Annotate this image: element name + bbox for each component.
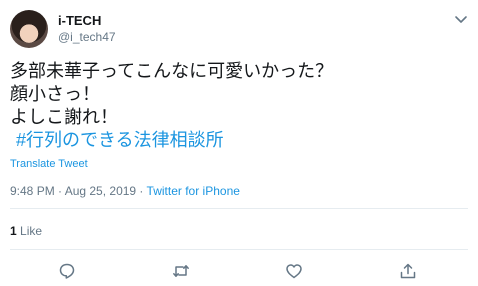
avatar[interactable] — [10, 10, 48, 48]
chevron-down-icon[interactable] — [452, 10, 470, 28]
share-icon[interactable] — [399, 262, 417, 280]
likes-label: Like — [16, 224, 43, 238]
user-handle[interactable]: @i_tech47 — [58, 30, 116, 44]
likes-count[interactable]: 1 Like — [10, 224, 42, 238]
tweet-card: i-TECH @i_tech47 多部未華子ってこんなに可愛いかった？ 顔小さっ… — [0, 0, 478, 286]
action-bar — [0, 262, 478, 280]
user-name[interactable]: i-TECH — [58, 13, 101, 28]
heart-icon[interactable] — [285, 262, 303, 280]
divider — [10, 208, 468, 209]
tweet-text-line: 顔小さっ！ — [10, 84, 100, 104]
divider — [10, 249, 468, 250]
reply-icon[interactable] — [58, 262, 76, 280]
tweet-text-line: よしこ謝れ！ — [10, 107, 118, 127]
tweet-text: 多部未華子ってこんなに可愛いかった？ 顔小さっ！ よしこ謝れ！ #行列のできる法… — [10, 60, 450, 152]
tweet-text-line: 多部未華子ってこんなに可愛いかった？ — [10, 61, 334, 81]
source-link[interactable]: Twitter for iPhone — [147, 184, 240, 198]
timestamp: 9:48 PM · Aug 25, 2019 · — [10, 184, 147, 198]
likes-number: 1 — [10, 224, 17, 238]
hashtag-link[interactable]: #行列のできる法律相談所 — [10, 129, 450, 152]
translate-tweet-link[interactable]: Translate Tweet — [10, 158, 88, 170]
retweet-icon[interactable] — [172, 262, 190, 280]
tweet-meta: 9:48 PM · Aug 25, 2019 · Twitter for iPh… — [10, 184, 240, 198]
